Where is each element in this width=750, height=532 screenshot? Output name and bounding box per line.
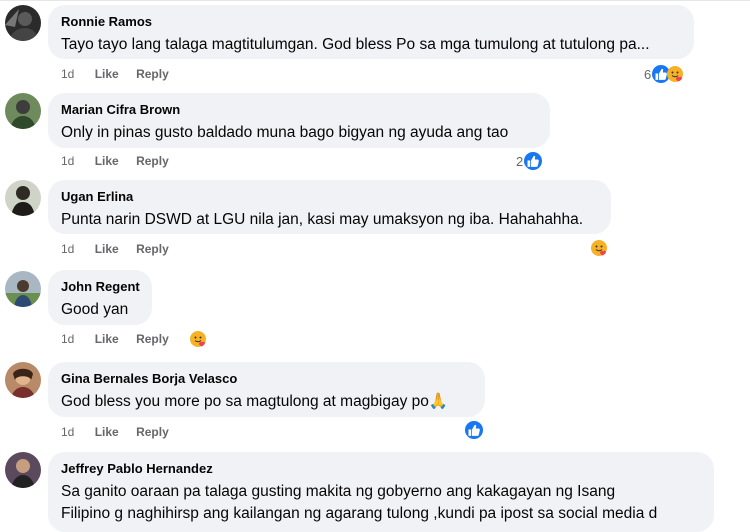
like-icon [465, 421, 483, 439]
like-button[interactable]: Like [95, 154, 119, 168]
like-icon [524, 152, 543, 170]
reply-button[interactable]: Reply [136, 154, 169, 168]
reaction-summary[interactable] [188, 330, 207, 348]
comment-author[interactable]: Marian Cifra Brown [61, 102, 538, 118]
reply-button[interactable]: Reply [136, 242, 169, 256]
avatar[interactable] [5, 5, 41, 41]
comment-author[interactable]: Ugan Erlina [61, 189, 599, 205]
comment-actions: 1d Like Reply [61, 332, 183, 346]
avatar[interactable] [5, 271, 41, 307]
comment-bubble: Ugan Erlina Punta narin DSWD at LGU nila… [48, 180, 611, 234]
avatar[interactable] [5, 180, 41, 216]
avatar[interactable] [5, 93, 41, 129]
like-button[interactable]: Like [95, 425, 119, 439]
comment-text-line: Filipino g naghihirsp ang kailangan ng a… [61, 505, 658, 522]
like-button[interactable]: Like [95, 67, 119, 81]
comment-actions: 1d Like Reply [61, 154, 183, 168]
comment-time[interactable]: 1d [61, 154, 74, 168]
comment-time[interactable]: 1d [61, 332, 74, 346]
comment-text: Good yan [61, 301, 129, 318]
comment-text: Tayo tayo lang talaga magtitulumgan. God… [61, 36, 650, 53]
comment-text: Punta narin DSWD at LGU nila jan, kasi m… [61, 211, 584, 228]
reply-button[interactable]: Reply [136, 425, 169, 439]
comment-bubble: Jeffrey Pablo Hernandez Sa ganito oaraan… [48, 452, 714, 532]
comment-time[interactable]: 1d [61, 67, 74, 81]
like-button[interactable]: Like [95, 332, 119, 346]
comment-actions: 1d Like Reply [61, 242, 183, 256]
comment-author[interactable]: Gina Bernales Borja Velasco [61, 371, 473, 387]
comment-author[interactable]: Ronnie Ramos [61, 14, 682, 30]
comment-time[interactable]: 1d [61, 425, 74, 439]
reaction-count: 2 [516, 153, 524, 169]
reaction-summary[interactable] [464, 421, 483, 439]
top-divider [0, 0, 750, 1]
reaction-summary[interactable]: 2 [516, 152, 543, 170]
comment-author[interactable]: Jeffrey Pablo Hernandez [61, 461, 702, 477]
like-button[interactable]: Like [95, 242, 119, 256]
comment-actions: 1d Like Reply [61, 425, 183, 439]
comment-text-body: God bless you more po sa magtulong at ma… [61, 393, 429, 410]
avatar[interactable] [5, 452, 41, 488]
comment-time[interactable]: 1d [61, 242, 74, 256]
comment-text: God bless you more po sa magtulong at ma… [61, 391, 473, 413]
folded-hands-emoji: 🙏 [428, 393, 449, 410]
comment-bubble: Marian Cifra Brown Only in pinas gusto b… [48, 93, 550, 148]
reaction-count: 6 [644, 66, 652, 82]
avatar[interactable] [5, 362, 41, 398]
comment-text-line: Sa ganito oaraan pa talaga gusting makit… [61, 483, 616, 500]
reply-button[interactable]: Reply [136, 67, 169, 81]
reply-button[interactable]: Reply [136, 332, 169, 346]
reaction-summary[interactable] [589, 239, 608, 257]
comment-text: Only in pinas gusto baldado muna bago bi… [61, 124, 509, 141]
reaction-summary[interactable]: 6 [644, 65, 684, 83]
care-icon [189, 330, 207, 348]
care-icon [590, 239, 608, 257]
comment-bubble: Gina Bernales Borja Velasco God bless yo… [48, 362, 485, 417]
comment-bubble: Ronnie Ramos Tayo tayo lang talaga magti… [48, 5, 694, 59]
comment-actions: 1d Like Reply [61, 67, 183, 81]
comment-author[interactable]: John Regent [61, 279, 140, 295]
care-icon [666, 65, 684, 83]
comment-bubble: John Regent Good yan [48, 270, 152, 325]
